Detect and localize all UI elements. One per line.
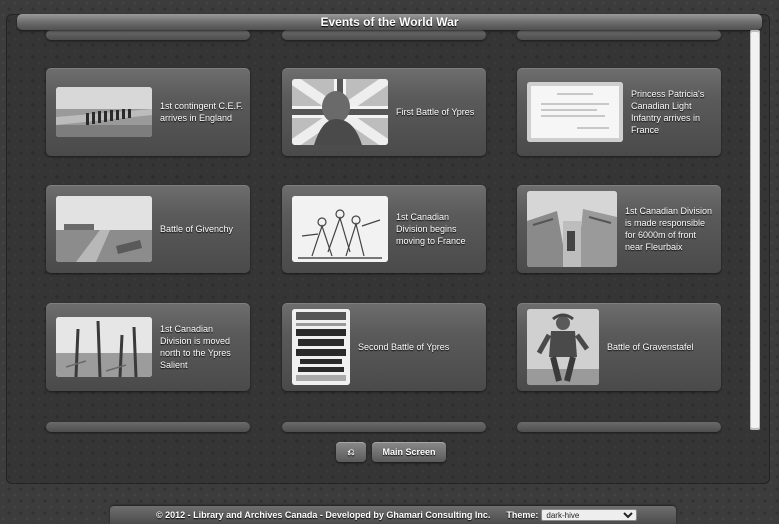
event-card[interactable]: Battle of Givenchy <box>46 185 250 273</box>
vertical-scrollbar[interactable] <box>750 30 760 430</box>
event-label: Battle of Givenchy <box>160 224 234 234</box>
event-card[interactable]: Princess Patricia's Canadian Light Infan… <box>517 68 721 156</box>
event-card[interactable]: 1st Canadian Division begins moving to F… <box>282 185 486 273</box>
event-card[interactable]: 1st Canadian Division is moved north to … <box>46 303 250 391</box>
scrollbar-thumb[interactable] <box>751 32 759 428</box>
footer-bar: © 2012 - Library and Archives Canada - D… <box>110 506 676 524</box>
page-title: Events of the World War <box>320 15 459 29</box>
event-label: Second Battle of Ypres <box>358 342 450 352</box>
partial-card-bottom-3[interactable] <box>517 422 721 432</box>
event-thumbnail <box>527 82 623 142</box>
event-label: Princess Patricia's Canadian Light Infan… <box>631 89 705 135</box>
back-icon: ⎌ <box>347 446 355 457</box>
back-button[interactable]: ⎌ <box>336 442 366 462</box>
partial-card-bottom-2[interactable] <box>282 422 486 432</box>
event-label: First Battle of Ypres <box>396 107 475 117</box>
event-card[interactable]: 1st Canadian Division is made responsibl… <box>517 185 721 273</box>
event-thumbnail <box>56 87 152 137</box>
page-title-bar: Events of the World War <box>17 14 762 30</box>
partial-card-top-2[interactable] <box>282 30 486 40</box>
event-card[interactable]: 1st contingent C.E.F. arrives in England <box>46 68 250 156</box>
theme-select[interactable]: dark-hive <box>541 509 638 521</box>
event-thumbnail <box>527 309 599 385</box>
event-label: 1st Canadian Division begins moving to F… <box>396 212 466 246</box>
partial-card-top-1[interactable] <box>46 30 250 40</box>
event-thumbnail <box>292 309 350 385</box>
event-thumbnail <box>292 196 388 262</box>
event-label: 1st contingent C.E.F. arrives in England <box>160 101 244 123</box>
event-label: 1st Canadian Division is moved north to … <box>160 324 231 370</box>
event-card[interactable]: Second Battle of Ypres <box>282 303 486 391</box>
theme-label: Theme: <box>506 510 539 520</box>
event-card[interactable]: First Battle of Ypres <box>282 68 486 156</box>
main-screen-button[interactable]: Main Screen <box>372 442 446 462</box>
event-card[interactable]: Battle of Gravenstafel <box>517 303 721 391</box>
copyright-text: © 2012 - Library and Archives Canada - D… <box>156 510 491 520</box>
event-thumbnail <box>527 191 617 267</box>
event-label: Battle of Gravenstafel <box>607 342 694 352</box>
event-label: 1st Canadian Division is made responsibl… <box>625 206 713 252</box>
event-thumbnail <box>56 317 152 377</box>
event-thumbnail <box>56 196 152 262</box>
event-thumbnail <box>292 79 388 145</box>
main-screen-label: Main Screen <box>382 447 436 457</box>
partial-card-top-3[interactable] <box>517 30 721 40</box>
partial-card-bottom-1[interactable] <box>46 422 250 432</box>
events-grid: 1st contingent C.E.F. arrives in England… <box>0 0 760 440</box>
